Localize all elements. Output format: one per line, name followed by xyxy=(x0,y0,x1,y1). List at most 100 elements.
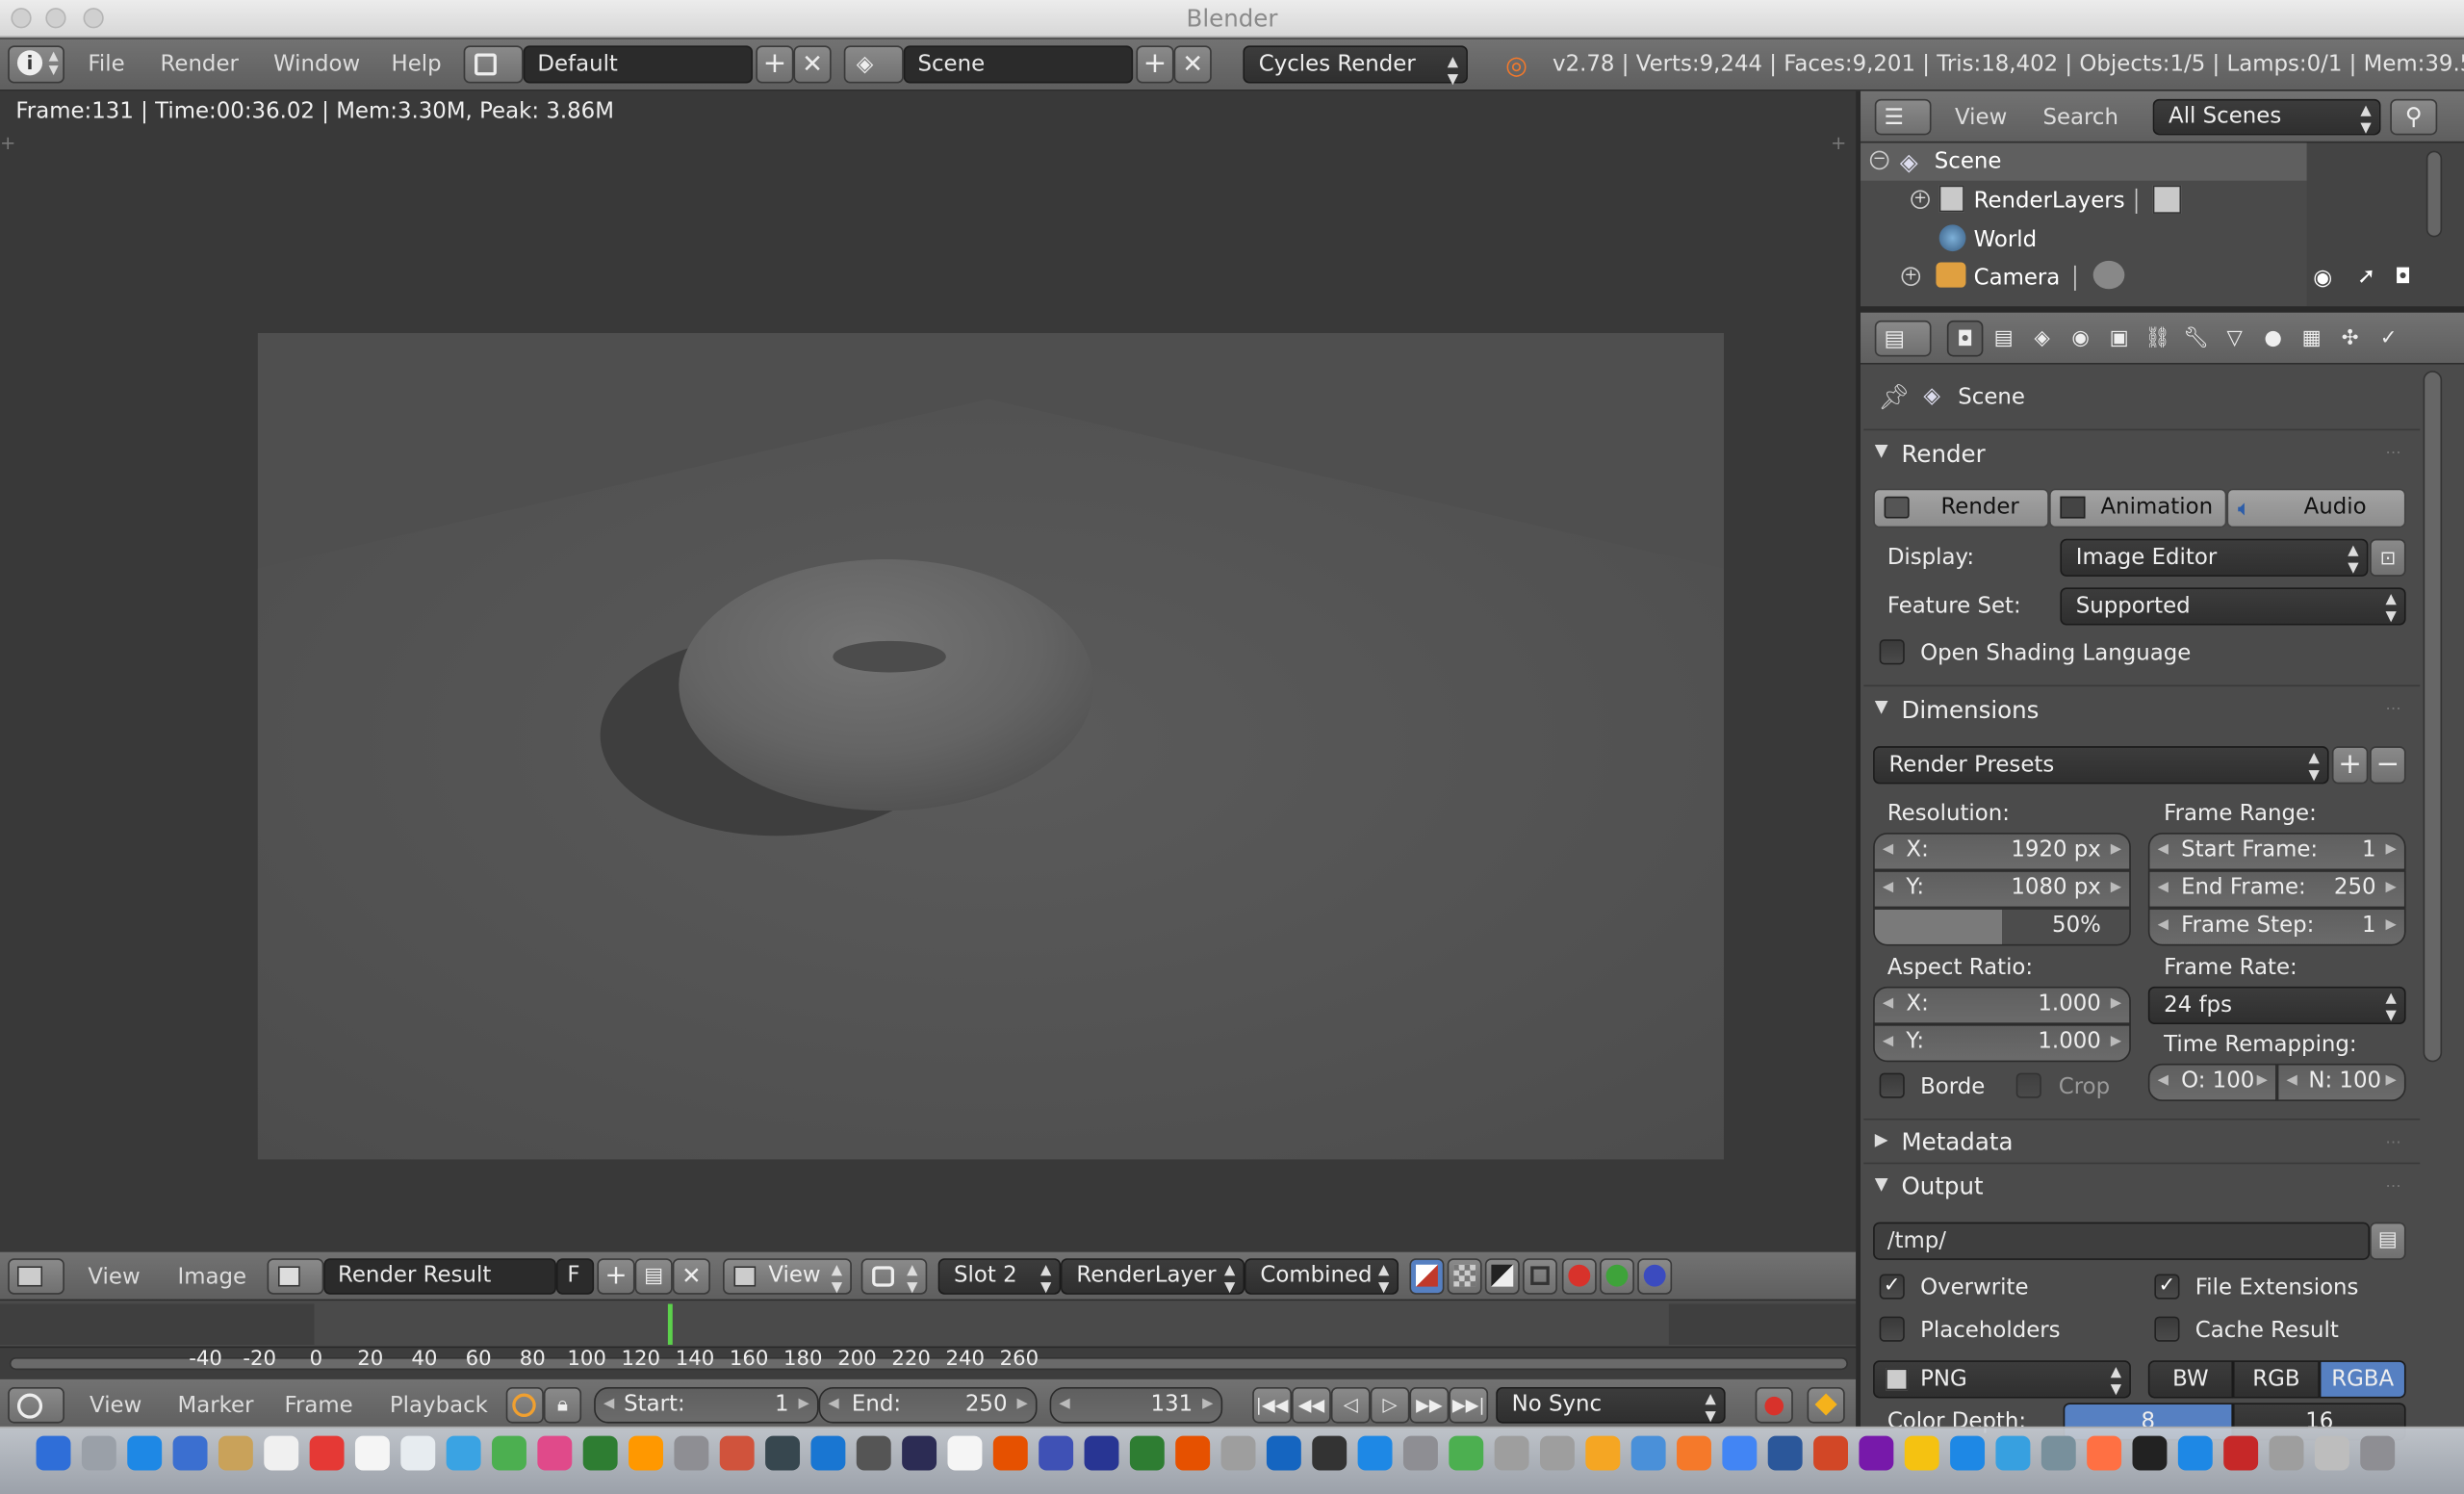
dock-app-icon[interactable] xyxy=(1220,1435,1256,1471)
dock-app-icon[interactable] xyxy=(1995,1435,2031,1471)
render-layers-tab-icon[interactable]: ▤ xyxy=(1986,321,2022,357)
blue-channel-button[interactable] xyxy=(1637,1258,1673,1295)
scene-name-field[interactable]: Scene xyxy=(903,45,1134,84)
time-remap-new-field[interactable]: ◀ N: 100 ▶ xyxy=(2276,1063,2406,1102)
display-select[interactable]: Image Editor ▲ ▼ xyxy=(2060,538,2369,577)
corner-plus-icon[interactable]: + xyxy=(1831,132,1846,154)
lock-interface-button[interactable]: ⊡ xyxy=(2370,538,2406,577)
jump-end-button[interactable]: ▶▶| xyxy=(1449,1387,1489,1424)
dock-app-icon[interactable] xyxy=(492,1435,526,1471)
panel-grip-icon[interactable]: ⋯ xyxy=(2385,1178,2400,1196)
dock-app-icon[interactable] xyxy=(1950,1435,1986,1471)
dock-app-icon[interactable] xyxy=(2087,1435,2122,1471)
slot-select[interactable]: Slot 2 ▲ ▼ xyxy=(937,1258,1062,1296)
dock-app-icon[interactable] xyxy=(1859,1435,1894,1471)
modifiers-tab-icon[interactable]: 🔧︎ xyxy=(2178,321,2215,357)
view-mode-select[interactable]: View ▲ ▼ xyxy=(723,1258,852,1296)
dock-app-icon[interactable] xyxy=(2360,1435,2396,1471)
current-frame-field[interactable]: ◀ 131 ▶ xyxy=(1049,1387,1223,1424)
dock-app-icon[interactable] xyxy=(446,1435,481,1471)
pivot-select[interactable]: ▲ ▼ xyxy=(860,1258,928,1296)
dock-app-icon[interactable] xyxy=(2223,1435,2259,1471)
dock-app-icon[interactable] xyxy=(1585,1435,1621,1471)
resolution-percentage-slider[interactable]: 50% xyxy=(1873,908,2131,946)
expand-camera-icon[interactable]: + xyxy=(1901,267,1921,287)
feature-set-select[interactable]: Supported ▲ ▼ xyxy=(2060,587,2406,626)
dock-app-icon[interactable] xyxy=(1539,1435,1575,1471)
fake-user-button[interactable]: F xyxy=(555,1258,595,1295)
dock-app-icon[interactable] xyxy=(856,1435,891,1471)
frame-rate-select[interactable]: 24 fps ▲ ▼ xyxy=(2147,986,2406,1025)
output-panel-header[interactable]: Output xyxy=(1902,1172,1984,1199)
new-image-button[interactable]: + xyxy=(597,1258,635,1295)
panel-grip-icon[interactable]: ⋯ xyxy=(2385,445,2400,462)
pin-icon[interactable]: 📌︎ xyxy=(1878,382,1910,412)
draw-alpha-button[interactable] xyxy=(1447,1258,1482,1295)
next-keyframe-button[interactable]: ▶▶ xyxy=(1409,1387,1450,1424)
dock-app-icon[interactable] xyxy=(1402,1435,1438,1471)
render-layer-select[interactable]: RenderLayer ▲ ▼ xyxy=(1061,1258,1245,1296)
crop-checkbox[interactable] xyxy=(2015,1072,2041,1098)
file-extensions-checkbox[interactable]: ✓ xyxy=(2154,1274,2180,1300)
menu-help[interactable]: Help xyxy=(392,52,442,77)
dock-app-icon[interactable] xyxy=(674,1435,709,1471)
dock-app-icon[interactable] xyxy=(2314,1435,2349,1471)
osl-checkbox[interactable] xyxy=(1879,639,1905,665)
render-audio-button[interactable]: 🔈︎ Audio xyxy=(2226,488,2406,528)
outliner-item-camera[interactable]: Camera xyxy=(1974,266,2061,291)
color-mode-rgba-button[interactable]: RGBA xyxy=(2319,1360,2406,1399)
corner-plus-icon[interactable]: + xyxy=(0,132,15,154)
dock-app-icon[interactable] xyxy=(582,1435,618,1471)
panel-grip-icon[interactable]: ⋯ xyxy=(2385,1134,2400,1151)
layout-name-field[interactable]: Default xyxy=(523,45,754,84)
dock-app-icon[interactable] xyxy=(947,1435,983,1471)
menu-render[interactable]: Render xyxy=(161,52,239,77)
browse-folder-button[interactable]: ▤ xyxy=(2370,1222,2406,1260)
visibility-eye-icon[interactable]: ◉ xyxy=(2313,266,2332,291)
dock-app-icon[interactable] xyxy=(1722,1435,1758,1471)
render-panel-header[interactable]: Render xyxy=(1902,440,1986,468)
open-image-button[interactable]: ▤ xyxy=(634,1258,673,1295)
play-button[interactable]: ▷ xyxy=(1370,1387,1410,1424)
dock-app-icon[interactable] xyxy=(1677,1435,1711,1471)
outliner-menu-view[interactable]: View xyxy=(1955,105,2007,130)
world-tab-icon[interactable]: ◉ xyxy=(2063,321,2099,357)
resolution-y-field[interactable]: ◀ Y: 1080 px ▶ xyxy=(1873,870,2131,909)
editor-type-properties-button[interactable]: ▤ xyxy=(1874,320,1932,357)
outliner-search-button[interactable]: ⚲ xyxy=(2390,98,2438,136)
add-scene-button[interactable]: + xyxy=(1136,45,1174,84)
object-tab-icon[interactable]: ▣ xyxy=(2101,321,2138,357)
selectability-cursor-icon[interactable]: ➚ xyxy=(2357,264,2375,289)
green-channel-button[interactable] xyxy=(1600,1258,1634,1295)
dock-app-icon[interactable] xyxy=(810,1435,846,1471)
scene-tab-icon[interactable]: ◈ xyxy=(2024,321,2061,357)
menu-image[interactable]: Image xyxy=(177,1265,246,1290)
dock-app-icon[interactable] xyxy=(1449,1435,1484,1471)
dock-app-icon[interactable] xyxy=(1084,1435,1119,1471)
browse-image-button[interactable] xyxy=(267,1258,324,1295)
dock-app-icon[interactable] xyxy=(1630,1435,1666,1471)
screen-layout-button[interactable] xyxy=(463,45,524,84)
render-presets-select[interactable]: Render Presets ▲ ▼ xyxy=(1873,746,2329,785)
remove-layout-button[interactable]: ✕ xyxy=(793,45,832,84)
start-frame-field[interactable]: ◀ Start: 1 ▶ xyxy=(594,1387,819,1424)
timeline-menu-view[interactable]: View xyxy=(90,1394,141,1419)
dock-app-icon[interactable] xyxy=(309,1435,345,1471)
dock-app-icon[interactable] xyxy=(2132,1435,2168,1471)
image-name-field[interactable]: Render Result xyxy=(323,1258,556,1295)
dock-app-icon[interactable] xyxy=(400,1435,436,1471)
menu-window[interactable]: Window xyxy=(273,52,360,77)
red-channel-button[interactable] xyxy=(1561,1258,1597,1295)
dock-app-icon[interactable] xyxy=(765,1435,801,1471)
editor-type-info-button[interactable]: i ▲ ▼ xyxy=(8,45,64,84)
draw-color-button[interactable] xyxy=(1409,1258,1445,1295)
dock-app-icon[interactable] xyxy=(172,1435,208,1471)
start-frame-property-field[interactable]: ◀ Start Frame: 1 ▶ xyxy=(2147,832,2406,871)
end-frame-field[interactable]: ◀ End: 250 ▶ xyxy=(818,1387,1038,1424)
play-reverse-button[interactable]: ◁ xyxy=(1330,1387,1371,1424)
dock-app-icon[interactable] xyxy=(1813,1435,1848,1471)
editor-type-outliner-button[interactable]: ☰ xyxy=(1874,98,1932,136)
aspect-x-field[interactable]: ◀ X: 1.000 ▶ xyxy=(1873,986,2131,1025)
constraints-tab-icon[interactable]: ⛓ xyxy=(2140,321,2176,357)
dock-app-icon[interactable] xyxy=(1312,1435,1348,1471)
